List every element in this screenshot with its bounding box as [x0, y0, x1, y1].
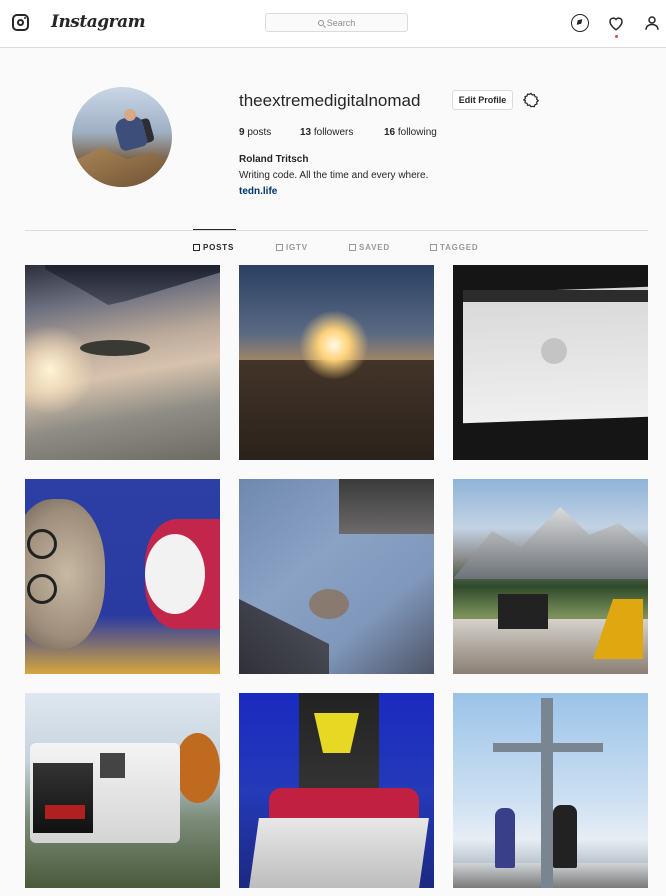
post-thumbnail[interactable] — [453, 693, 648, 888]
heart-icon[interactable] — [607, 14, 625, 32]
instagram-glyph-icon[interactable] — [12, 14, 29, 31]
profile-username: theextremedigitalnomad — [239, 91, 421, 110]
avatar-head — [124, 109, 136, 121]
stat-posts: 9 posts — [239, 127, 271, 138]
profile-bio: Writing code. All the time and every whe… — [239, 170, 429, 181]
photo-screen-bar — [463, 290, 648, 302]
search-icon — [317, 19, 324, 26]
tab-igtv-label: IGTV — [286, 243, 308, 252]
profile-website-link[interactable]: tedn.life — [239, 186, 277, 197]
grid-icon — [193, 244, 200, 251]
instagram-logo[interactable]: Instagram — [51, 12, 146, 32]
search-input[interactable]: Search — [265, 13, 408, 32]
profile-full-name: Roland Tritsch — [239, 154, 309, 165]
following-count: 16 — [384, 127, 396, 138]
photo-tree — [175, 733, 220, 803]
edit-profile-button[interactable]: Edit Profile — [452, 90, 513, 110]
tab-active-indicator — [193, 229, 236, 230]
tabs-divider — [25, 230, 648, 231]
stat-followers[interactable]: 13 followers — [300, 127, 353, 138]
photo-sun — [299, 310, 369, 380]
compass-icon[interactable] — [571, 14, 589, 32]
photo-summit-cross — [541, 698, 553, 888]
photo-boot — [339, 479, 434, 534]
following-label: following — [395, 127, 437, 138]
gear-icon[interactable] — [522, 92, 540, 108]
photo-van-interior — [33, 763, 93, 833]
post-thumbnail[interactable] — [25, 479, 220, 674]
photo-summit-cross-bar — [493, 743, 603, 752]
tv-icon — [276, 244, 283, 251]
photo-santa-beard — [145, 534, 205, 614]
tab-tagged[interactable]: TAGGED — [430, 243, 478, 252]
post-thumbnail[interactable] — [25, 265, 220, 460]
tab-igtv[interactable]: IGTV — [276, 243, 308, 252]
post-thumbnail[interactable] — [239, 693, 434, 888]
search-placeholder: Search — [326, 17, 356, 28]
photo-sun — [25, 325, 95, 415]
notification-dot — [615, 35, 618, 38]
profile-avatar[interactable] — [72, 87, 172, 187]
post-thumbnail[interactable] — [239, 479, 434, 674]
photo-wing — [45, 265, 220, 305]
tab-posts[interactable]: POSTS — [193, 243, 234, 252]
photo-glasses — [27, 529, 57, 559]
tab-posts-label: POSTS — [203, 243, 235, 252]
tab-saved[interactable]: SAVED — [349, 243, 390, 252]
photo-glasses — [27, 574, 57, 604]
photo-screen-logo — [541, 338, 567, 364]
stat-following[interactable]: 16 following — [384, 127, 437, 138]
photo-island — [80, 340, 150, 356]
photo-laptop — [498, 594, 548, 629]
photo-mountains — [453, 507, 648, 579]
post-thumbnail[interactable] — [25, 693, 220, 888]
tab-tagged-label: TAGGED — [440, 243, 479, 252]
tag-icon — [430, 244, 437, 251]
bookmark-icon — [349, 244, 356, 251]
person-icon[interactable] — [643, 14, 661, 32]
photo-stain — [309, 589, 349, 619]
photo-red-box — [45, 805, 85, 819]
photo-person — [553, 805, 577, 868]
post-thumbnail[interactable] — [453, 265, 648, 460]
posts-label: posts — [244, 127, 272, 138]
post-thumbnail[interactable] — [239, 265, 434, 460]
photo-person — [495, 808, 515, 868]
followers-label: followers — [311, 127, 354, 138]
top-navigation-bar: Instagram Search — [0, 0, 666, 48]
post-thumbnail[interactable] — [453, 479, 648, 674]
tab-saved-label: SAVED — [359, 243, 390, 252]
followers-count: 13 — [300, 127, 312, 138]
photo-laptop — [249, 818, 429, 888]
photo-van-window — [100, 753, 125, 778]
